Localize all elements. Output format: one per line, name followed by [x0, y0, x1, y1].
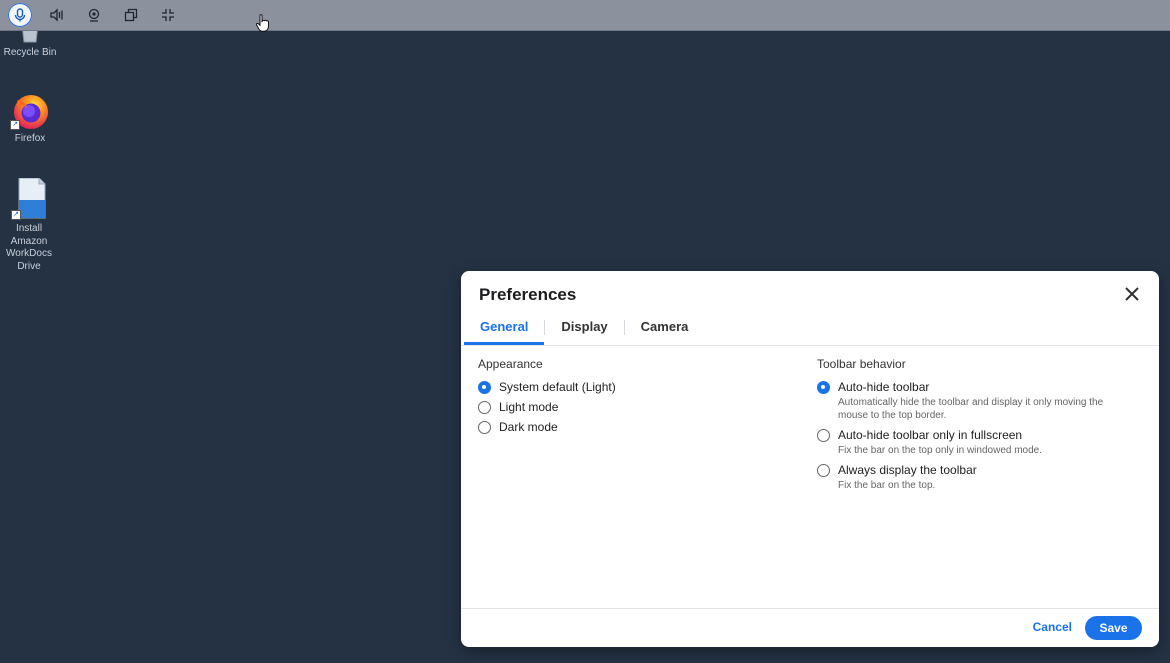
desktop-icon-workdocs[interactable]: ↗ Install Amazon WorkDocs Drive	[0, 177, 59, 273]
radio-auto-hide[interactable]: Auto-hide toolbar Automatically hide the…	[817, 380, 1147, 422]
tab-bar: General Display Camera	[464, 315, 704, 345]
radio-always-display[interactable]: Always display the toolbar Fix the bar o…	[817, 463, 1147, 492]
desktop-icon-firefox[interactable]: ↗ Firefox	[0, 92, 60, 146]
dialog-title: Preferences	[479, 285, 577, 304]
multi-window-button[interactable]	[119, 3, 143, 27]
close-icon[interactable]	[1123, 285, 1141, 303]
speaker-icon	[50, 8, 63, 22]
radio-label: System default (Light)	[499, 380, 616, 394]
microphone-button[interactable]	[8, 3, 32, 27]
toolbar-behavior-section: Toolbar behavior Auto-hide toolbar Autom…	[817, 357, 1147, 498]
microphone-icon	[14, 8, 26, 22]
multi-window-icon	[124, 8, 138, 22]
radio-label: Always display the toolbar	[838, 463, 977, 477]
radio-checked-icon[interactable]	[478, 381, 491, 394]
exit-fullscreen-icon	[162, 9, 174, 21]
radio-label: Dark mode	[499, 420, 558, 434]
shortcut-arrow-icon: ↗	[10, 120, 20, 130]
shortcut-arrow-icon: ↗	[11, 210, 21, 220]
section-title: Appearance	[478, 357, 543, 371]
hand-pointer-cursor-icon	[256, 14, 269, 32]
radio-label: Auto-hide toolbar	[838, 380, 930, 394]
save-button[interactable]: Save	[1085, 616, 1142, 640]
desktop-icon-label: Firefox	[14, 133, 46, 144]
radio-description: Fix the bar on the top.	[838, 480, 936, 491]
radio-unchecked-icon[interactable]	[817, 429, 830, 442]
radio-label: Auto-hide toolbar only in fullscreen	[838, 428, 1023, 442]
radio-unchecked-icon[interactable]	[478, 421, 491, 434]
tab-general[interactable]: General	[464, 315, 545, 345]
radio-checked-icon[interactable]	[817, 381, 830, 394]
tabs-divider	[461, 345, 1159, 346]
webcam-button[interactable]	[82, 3, 106, 27]
footer-divider	[461, 608, 1159, 609]
tab-display[interactable]: Display	[545, 315, 623, 345]
radio-auto-hide-fullscreen[interactable]: Auto-hide toolbar only in fullscreen Fix…	[817, 428, 1147, 457]
radio-label: Light mode	[499, 400, 559, 414]
radio-unchecked-icon[interactable]	[478, 401, 491, 414]
cancel-button[interactable]: Cancel	[1033, 620, 1072, 634]
appearance-section: Appearance System default (Light) Light …	[478, 357, 798, 440]
session-toolbar	[0, 0, 1170, 31]
desktop-icon-label: Recycle Bin	[3, 47, 57, 58]
preferences-dialog: Preferences General Display Camera Appea…	[461, 271, 1159, 647]
exit-fullscreen-button[interactable]	[156, 3, 180, 27]
radio-description: Automatically hide the toolbar and displ…	[838, 397, 1104, 421]
radio-dark-mode[interactable]: Dark mode	[478, 420, 798, 435]
webcam-icon	[88, 8, 100, 22]
section-title: Toolbar behavior	[817, 357, 906, 371]
radio-system-default[interactable]: System default (Light)	[478, 380, 798, 395]
desktop-icon-label: Install Amazon WorkDocs Drive	[6, 223, 52, 272]
tab-camera[interactable]: Camera	[625, 315, 705, 345]
radio-light-mode[interactable]: Light mode	[478, 400, 798, 415]
speaker-button[interactable]	[45, 3, 69, 27]
radio-unchecked-icon[interactable]	[817, 464, 830, 477]
radio-description: Fix the bar on the top only in windowed …	[838, 445, 1043, 456]
